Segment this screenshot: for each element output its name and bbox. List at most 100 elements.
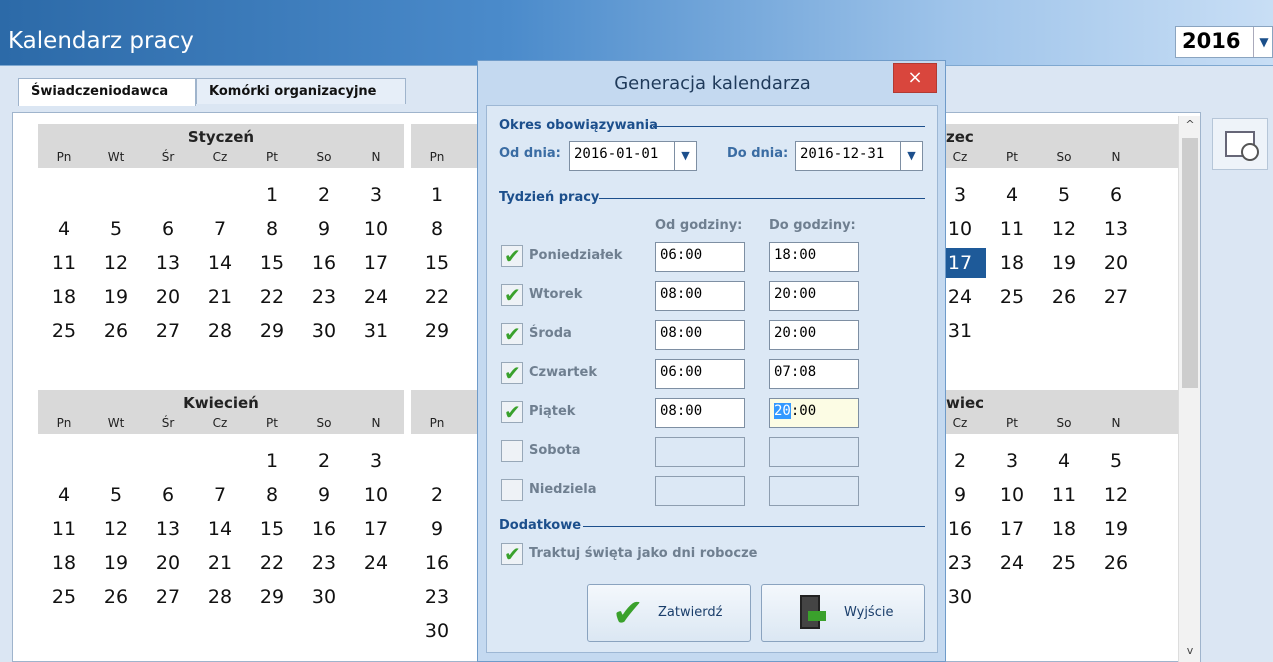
calendar-day[interactable]: 16: [298, 514, 350, 544]
calendar-day[interactable]: 12: [90, 248, 142, 278]
calendar-day[interactable]: 20: [142, 548, 194, 578]
calendar-day[interactable]: 10: [986, 480, 1038, 510]
calendar-day[interactable]: 31: [350, 316, 402, 346]
calendar-day[interactable]: 17: [350, 248, 402, 278]
from-date-field[interactable]: 2016-01-01: [569, 141, 675, 171]
calendar-day[interactable]: 2: [298, 446, 350, 476]
calendar-day[interactable]: 9: [411, 514, 463, 544]
calendar-day[interactable]: 15: [246, 248, 298, 278]
calendar-day[interactable]: 2: [411, 480, 463, 510]
calendar-day[interactable]: 16: [298, 248, 350, 278]
calendar-day[interactable]: 19: [90, 548, 142, 578]
calendar-day[interactable]: 28: [194, 582, 246, 612]
vertical-scrollbar[interactable]: ^ v: [1178, 116, 1200, 662]
calendar-day[interactable]: 28: [194, 316, 246, 346]
calendar-day[interactable]: 22: [411, 282, 463, 312]
calendar-day[interactable]: 24: [350, 282, 402, 312]
calendar-day[interactable]: 11: [1038, 480, 1090, 510]
calendar-day[interactable]: 17: [986, 514, 1038, 544]
calendar-day[interactable]: 1: [411, 180, 463, 210]
calendar-day[interactable]: 21: [194, 548, 246, 578]
calendar-day[interactable]: 6: [1090, 180, 1142, 210]
to-hour-field[interactable]: 18:00: [769, 242, 859, 272]
day-checkbox[interactable]: ✔: [501, 322, 523, 346]
chevron-down-icon[interactable]: ▼: [1253, 27, 1273, 57]
calendar-day[interactable]: 14: [194, 514, 246, 544]
confirm-button[interactable]: ✔ Zatwierdź: [587, 584, 751, 642]
calendar-day[interactable]: 29: [246, 582, 298, 612]
calendar-day[interactable]: 18: [38, 548, 90, 578]
calendar-button[interactable]: [1212, 118, 1268, 170]
calendar-day[interactable]: 4: [986, 180, 1038, 210]
from-date-dropdown-icon[interactable]: ▼: [675, 141, 697, 171]
day-checkbox[interactable]: ✔: [501, 283, 523, 307]
calendar-day[interactable]: 4: [38, 214, 90, 244]
calendar-day[interactable]: 8: [246, 214, 298, 244]
calendar-day[interactable]: 23: [298, 282, 350, 312]
calendar-day[interactable]: 30: [298, 582, 350, 612]
to-hour-field[interactable]: 20:00: [769, 320, 859, 350]
to-hour-field[interactable]: [769, 437, 859, 467]
calendar-day[interactable]: 29: [411, 316, 463, 346]
tab-komorki-organizacyjne[interactable]: Komórki organizacyjne: [196, 78, 406, 104]
calendar-day[interactable]: 8: [246, 480, 298, 510]
to-hour-field[interactable]: [769, 476, 859, 506]
calendar-day[interactable]: 22: [246, 282, 298, 312]
calendar-day[interactable]: 1: [246, 446, 298, 476]
calendar-day[interactable]: 10: [350, 214, 402, 244]
calendar-day[interactable]: 12: [90, 514, 142, 544]
calendar-day[interactable]: 12: [1090, 480, 1142, 510]
calendar-day[interactable]: 13: [142, 514, 194, 544]
calendar-day[interactable]: 26: [90, 316, 142, 346]
calendar-day[interactable]: 7: [194, 214, 246, 244]
calendar-day[interactable]: 27: [1090, 282, 1142, 312]
from-hour-field[interactable]: 08:00: [655, 320, 745, 350]
to-hour-field[interactable]: 20:00: [769, 398, 859, 428]
calendar-day[interactable]: 19: [1038, 248, 1090, 278]
from-hour-field[interactable]: [655, 437, 745, 467]
calendar-day[interactable]: 6: [142, 214, 194, 244]
tab-swiadczeniodawca[interactable]: Świadczeniodawca: [18, 78, 196, 106]
day-checkbox[interactable]: [501, 440, 523, 462]
calendar-day[interactable]: 5: [90, 214, 142, 244]
calendar-day[interactable]: 11: [986, 214, 1038, 244]
calendar-day[interactable]: 15: [411, 248, 463, 278]
from-hour-field[interactable]: 08:00: [655, 398, 745, 428]
to-date-dropdown-icon[interactable]: ▼: [901, 141, 923, 171]
calendar-day[interactable]: 24: [986, 548, 1038, 578]
calendar-day[interactable]: 12: [1038, 214, 1090, 244]
to-date-field[interactable]: 2016-12-31: [795, 141, 901, 171]
from-hour-field[interactable]: 06:00: [655, 359, 745, 389]
calendar-day[interactable]: 3: [350, 180, 402, 210]
exit-button[interactable]: Wyjście: [761, 584, 925, 642]
holidays-checkbox[interactable]: ✔: [501, 542, 523, 566]
calendar-day[interactable]: 9: [298, 214, 350, 244]
calendar-day[interactable]: 10: [350, 480, 402, 510]
close-icon[interactable]: ×: [893, 63, 937, 93]
calendar-day[interactable]: 30: [411, 616, 463, 646]
calendar-day[interactable]: 7: [194, 480, 246, 510]
calendar-day[interactable]: 21: [194, 282, 246, 312]
calendar-day[interactable]: 25: [986, 282, 1038, 312]
calendar-day[interactable]: 18: [38, 282, 90, 312]
calendar-day[interactable]: 25: [38, 316, 90, 346]
calendar-day[interactable]: 29: [246, 316, 298, 346]
calendar-day[interactable]: 24: [350, 548, 402, 578]
from-hour-field[interactable]: 08:00: [655, 281, 745, 311]
calendar-day[interactable]: 6: [142, 480, 194, 510]
scroll-down-icon[interactable]: v: [1179, 644, 1201, 660]
calendar-day[interactable]: 8: [411, 214, 463, 244]
calendar-day[interactable]: 20: [1090, 248, 1142, 278]
calendar-day[interactable]: 22: [246, 548, 298, 578]
day-checkbox[interactable]: ✔: [501, 400, 523, 424]
calendar-day[interactable]: 20: [142, 282, 194, 312]
calendar-day[interactable]: 5: [1090, 446, 1142, 476]
calendar-day[interactable]: 26: [1038, 282, 1090, 312]
calendar-day[interactable]: 18: [1038, 514, 1090, 544]
calendar-day[interactable]: 14: [194, 248, 246, 278]
calendar-day[interactable]: 17: [350, 514, 402, 544]
year-select[interactable]: 2016 ▼: [1175, 26, 1273, 58]
calendar-day[interactable]: 25: [1038, 548, 1090, 578]
calendar-day[interactable]: 2: [298, 180, 350, 210]
calendar-day[interactable]: 30: [298, 316, 350, 346]
